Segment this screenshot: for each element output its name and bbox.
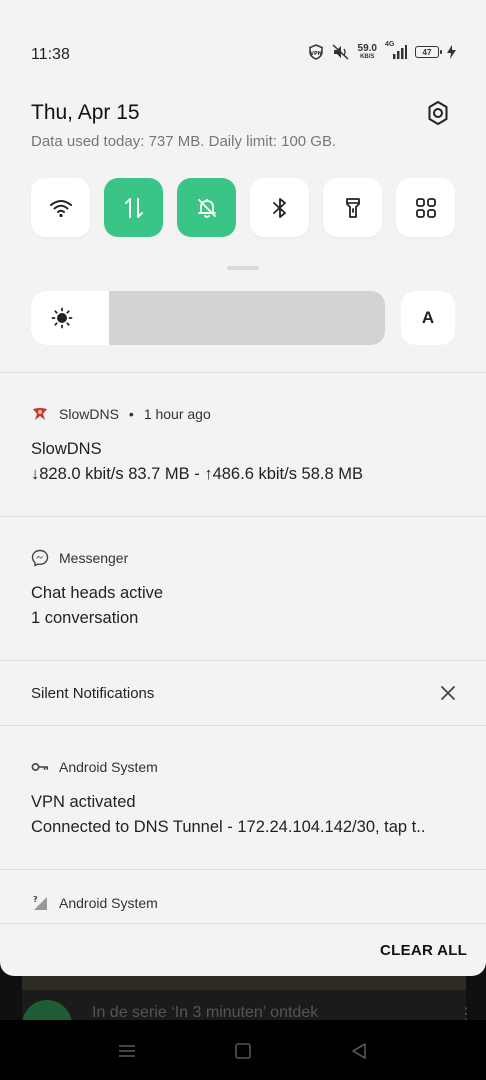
data-usage-text: Data used today: 737 MB. Daily limit: 10…	[31, 133, 337, 150]
menu-icon	[119, 1045, 135, 1057]
notification-text: ↓828.0 kbit/s 83.7 MB - ↑486.6 kbit/s 58…	[31, 465, 363, 483]
divider	[0, 923, 486, 924]
notification-shade: 11:38 VPN 59.0 KB/S 4G 47 Thu, Apr 15 Da…	[0, 0, 486, 976]
notification-header: ? Android System	[31, 894, 158, 912]
tile-flashlight[interactable]	[323, 178, 382, 237]
notification-text: 1 conversation	[31, 609, 139, 627]
gear-icon	[428, 101, 448, 125]
status-time: 11:38	[31, 46, 70, 63]
net-speed-unit: KB/S	[360, 54, 375, 60]
bluetooth-icon	[272, 197, 286, 218]
net-speed-value: 59.0	[357, 43, 377, 54]
date-label: Thu, Apr 15	[31, 101, 140, 124]
close-icon[interactable]	[438, 683, 458, 703]
sun-icon	[51, 307, 73, 329]
key-icon	[31, 758, 49, 776]
notification-android-vpn[interactable]: Android System VPN activated Connected t…	[0, 726, 486, 869]
notification-title: SlowDNS	[31, 440, 102, 458]
notification-android-system[interactable]: ? Android System	[0, 870, 486, 923]
notification-title: Chat heads active	[31, 584, 164, 602]
notification-app-name: SlowDNS	[59, 406, 119, 422]
navigation-bar	[0, 1020, 486, 1080]
quick-settings-tiles	[31, 178, 455, 237]
tile-mobile-data[interactable]	[104, 178, 163, 237]
notification-time: 1 hour ago	[143, 406, 211, 422]
clear-all-button[interactable]: CLEAR ALL	[380, 942, 467, 959]
signal-question-icon: ?	[31, 894, 49, 912]
notification-header: SlowDNS • 1 hour ago	[31, 405, 211, 423]
notification-app-name: Messenger	[59, 550, 129, 566]
divider	[0, 660, 486, 661]
bell-off-icon	[197, 198, 216, 218]
battery-indicator: 47	[415, 46, 442, 58]
brightness-slider[interactable]	[31, 291, 385, 345]
mute-icon	[332, 44, 350, 60]
tile-silent[interactable]	[177, 178, 236, 237]
signal-icon: 4G	[385, 41, 407, 60]
net-speed: 59.0 KB/S	[357, 43, 377, 61]
back-button[interactable]	[348, 1040, 370, 1062]
wifi-icon	[49, 199, 72, 217]
grid-icon	[415, 197, 436, 218]
charging-icon	[447, 45, 456, 59]
back-icon	[352, 1043, 366, 1059]
background-image-strip	[22, 976, 466, 990]
notification-text: Connected to DNS Tunnel - 172.24.104.142…	[31, 818, 426, 836]
data-transfer-icon	[124, 197, 143, 218]
svg-text:VPN: VPN	[310, 51, 322, 57]
home-button[interactable]	[232, 1040, 254, 1062]
messenger-icon	[31, 549, 49, 567]
notification-header: Android System	[31, 758, 158, 776]
tile-wifi[interactable]	[31, 178, 90, 237]
notification-header: Messenger	[31, 549, 128, 567]
settings-button[interactable]	[424, 99, 452, 127]
menu-button[interactable]	[116, 1040, 138, 1062]
drag-handle[interactable]	[227, 266, 259, 270]
slowdns-app-icon	[31, 405, 49, 423]
home-icon	[235, 1043, 251, 1059]
tile-bluetooth[interactable]	[250, 178, 309, 237]
status-bar: 11:38 VPN 59.0 KB/S 4G 47	[0, 40, 486, 72]
dot-separator: •	[128, 406, 134, 422]
notification-slowdns[interactable]: SlowDNS • 1 hour ago SlowDNS ↓828.0 kbit…	[0, 373, 486, 516]
flashlight-icon	[345, 197, 360, 218]
vpn-icon: VPN	[308, 44, 324, 60]
notification-title: VPN activated	[31, 793, 136, 811]
silent-notifications-label: Silent Notifications	[31, 685, 155, 702]
notification-messenger[interactable]: Messenger Chat heads active 1 conversati…	[0, 517, 486, 660]
status-icons: VPN 59.0 KB/S 4G 47	[308, 41, 456, 61]
notification-app-name: Android System	[59, 759, 158, 775]
background-avatar	[22, 1000, 72, 1020]
svg-text:?: ?	[33, 895, 38, 904]
notification-app-name: Android System	[59, 895, 158, 911]
auto-brightness-button[interactable]: A	[401, 291, 455, 345]
network-type: 4G	[385, 41, 395, 48]
tile-more[interactable]	[396, 178, 455, 237]
